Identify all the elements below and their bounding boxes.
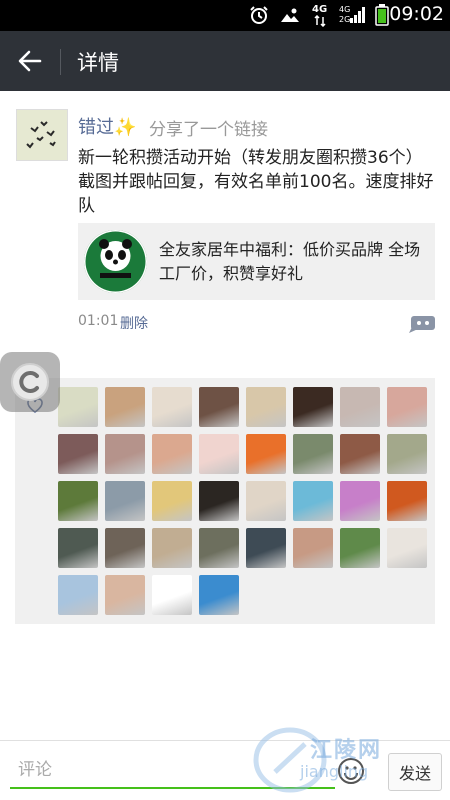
clock-time: 09:02 bbox=[389, 3, 444, 25]
comment-button[interactable] bbox=[409, 313, 437, 335]
post-text: 新一轮积攒活动开始（转发朋友圈积攒36个）截图并跟帖回复，有效名单前100名。速… bbox=[78, 148, 434, 216]
liker-avatar[interactable] bbox=[340, 481, 380, 521]
liker-avatar[interactable] bbox=[387, 434, 427, 474]
liker-avatar[interactable] bbox=[199, 575, 239, 615]
floating-c-icon bbox=[11, 363, 49, 401]
liker-avatar[interactable] bbox=[387, 387, 427, 427]
post-time: 01:01 bbox=[78, 313, 119, 329]
liker-avatar[interactable] bbox=[152, 481, 192, 521]
liker-avatar[interactable] bbox=[199, 387, 239, 427]
watermark-subtext: jiangling bbox=[300, 762, 369, 781]
liker-avatar[interactable] bbox=[58, 387, 98, 427]
image-icon bbox=[279, 5, 301, 25]
back-button[interactable] bbox=[8, 41, 52, 81]
liker-avatar[interactable] bbox=[387, 481, 427, 521]
comment-input[interactable] bbox=[10, 753, 335, 789]
arrow-left-icon bbox=[18, 50, 42, 72]
delete-button[interactable]: 删除 bbox=[120, 313, 148, 333]
author-avatar[interactable] bbox=[16, 109, 68, 161]
watermark-text: 江陵网 bbox=[310, 738, 383, 763]
author-name[interactable]: 错过✨ bbox=[78, 113, 136, 139]
liker-avatar[interactable] bbox=[246, 528, 286, 568]
liker-avatar[interactable] bbox=[340, 528, 380, 568]
liker-avatar[interactable] bbox=[246, 434, 286, 474]
liker-avatar[interactable] bbox=[246, 481, 286, 521]
liker-avatar[interactable] bbox=[152, 528, 192, 568]
signal-icon bbox=[350, 5, 366, 25]
liker-avatar[interactable] bbox=[293, 434, 333, 474]
liker-avatar[interactable] bbox=[105, 387, 145, 427]
liker-avatar[interactable] bbox=[152, 575, 192, 615]
link-title: 全友家居年中福利：低价买品牌 全场工厂价，积赞享好礼 bbox=[159, 240, 421, 283]
liker-avatar[interactable] bbox=[293, 528, 333, 568]
liker-avatar[interactable] bbox=[199, 434, 239, 474]
screen: 4G 4G 2G 09:02 详情 错过✨ 分享了一个链接 新一轮积攒活动开始（转… bbox=[0, 0, 450, 800]
send-button[interactable]: 发送 bbox=[388, 753, 442, 791]
liker-avatar[interactable] bbox=[199, 481, 239, 521]
shared-link-card[interactable]: 全友家居年中福利：低价买品牌 全场工厂价，积赞享好礼 bbox=[78, 223, 435, 300]
liker-avatar[interactable] bbox=[387, 528, 427, 568]
alarm-icon bbox=[248, 5, 270, 25]
liker-avatar[interactable] bbox=[105, 528, 145, 568]
link-thumbnail bbox=[84, 230, 147, 293]
liker-avatar[interactable] bbox=[340, 387, 380, 427]
liker-avatar[interactable] bbox=[199, 528, 239, 568]
liker-avatar[interactable] bbox=[58, 575, 98, 615]
network-2g-label: 4G 2G bbox=[339, 5, 351, 24]
liker-avatar[interactable] bbox=[58, 528, 98, 568]
network-4g-label: 4G bbox=[312, 4, 328, 15]
liker-avatar[interactable] bbox=[152, 434, 192, 474]
action-bar-divider bbox=[60, 49, 61, 75]
liker-avatar[interactable] bbox=[246, 387, 286, 427]
liker-avatar[interactable] bbox=[58, 434, 98, 474]
page-title: 详情 bbox=[77, 51, 119, 75]
status-bar: 4G 4G 2G 09:02 bbox=[0, 0, 450, 31]
comment-bubble-icon bbox=[409, 316, 435, 333]
birds-avatar-icon bbox=[17, 110, 67, 160]
comment-bar: 发送 bbox=[0, 740, 450, 800]
liker-avatar[interactable] bbox=[152, 387, 192, 427]
liker-avatar[interactable] bbox=[340, 434, 380, 474]
liker-avatar-grid bbox=[58, 387, 434, 615]
liker-avatar[interactable] bbox=[293, 481, 333, 521]
data-arrows-icon bbox=[312, 15, 328, 27]
liker-avatar[interactable] bbox=[58, 481, 98, 521]
liker-avatar[interactable] bbox=[105, 481, 145, 521]
battery-icon bbox=[374, 4, 390, 26]
liker-avatar[interactable] bbox=[105, 434, 145, 474]
floating-assistant-button[interactable] bbox=[0, 352, 60, 412]
liker-avatar[interactable] bbox=[105, 575, 145, 615]
action-bar: 详情 bbox=[0, 31, 450, 91]
panda-logo-icon bbox=[84, 230, 147, 293]
liker-avatar[interactable] bbox=[293, 387, 333, 427]
share-note: 分享了一个链接 bbox=[149, 120, 268, 140]
